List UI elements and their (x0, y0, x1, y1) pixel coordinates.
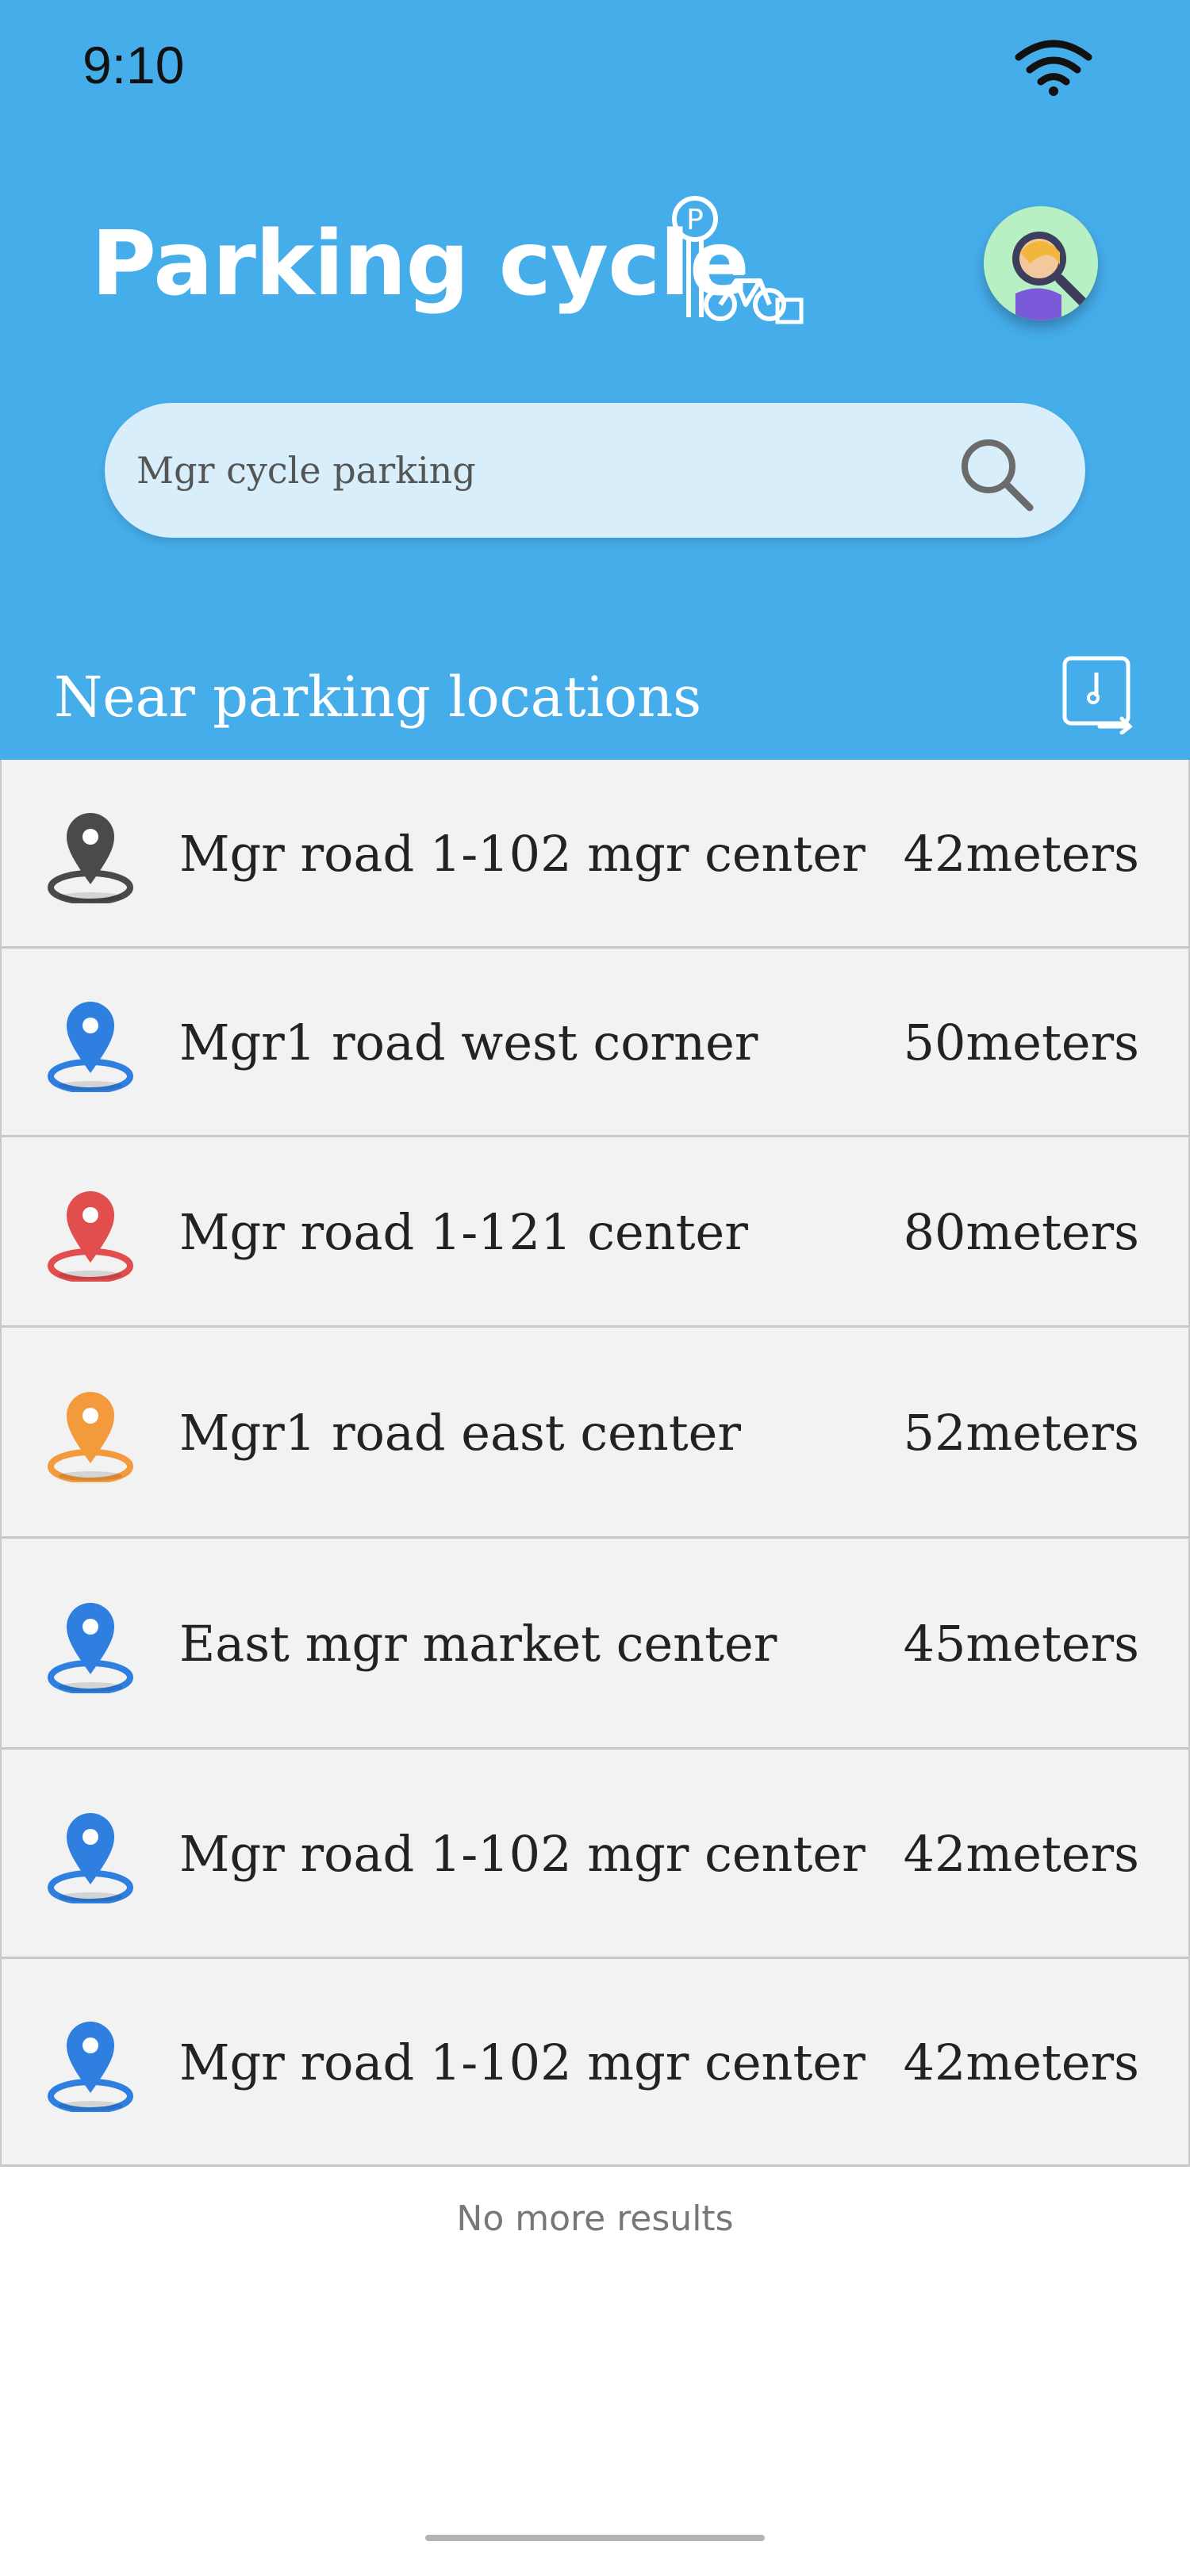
search-input[interactable] (136, 403, 930, 538)
location-distance: 42meters (903, 825, 1139, 883)
location-row[interactable]: East mgr market center 45meters (0, 1539, 1190, 1750)
sort-icon[interactable] (1060, 655, 1136, 734)
location-distance: 80meters (903, 1203, 1139, 1261)
location-row[interactable]: Mgr1 road east center 52meters (0, 1328, 1190, 1539)
location-name: Mgr1 road east center (179, 1404, 741, 1462)
user-avatar[interactable] (984, 206, 1098, 320)
location-distance: 42meters (903, 2034, 1139, 2091)
wifi-icon (1015, 40, 1092, 96)
location-pin-icon (48, 1191, 133, 1282)
svg-text:P: P (686, 204, 704, 236)
location-pin-icon (48, 1603, 133, 1693)
header: 9:10 Parking cycle P Near p (0, 0, 1190, 760)
parking-bicycle-icon: P (672, 196, 804, 324)
search-bar[interactable] (105, 403, 1085, 538)
status-time: 9:10 (83, 36, 185, 94)
location-name: Mgr1 road west corner (179, 1014, 758, 1071)
location-distance: 52meters (903, 1404, 1139, 1462)
app-title: Parking cycle (91, 213, 750, 316)
location-row[interactable]: Mgr road 1-102 mgr center 42meters (0, 760, 1190, 949)
section-title: Near parking locations (54, 665, 702, 730)
location-name: Mgr road 1-102 mgr center (179, 825, 866, 883)
location-row[interactable]: Mgr road 1-102 mgr center 42meters (0, 1750, 1190, 1959)
location-distance: 45meters (903, 1615, 1139, 1673)
search-icon[interactable] (955, 433, 1038, 516)
location-name: Mgr road 1-102 mgr center (179, 1825, 866, 1883)
no-more-results: No more results (456, 2198, 734, 2239)
home-indicator[interactable] (425, 2535, 765, 2541)
location-distance: 50meters (903, 1014, 1139, 1071)
location-pin-icon (48, 1392, 133, 1482)
location-distance: 42meters (903, 1825, 1139, 1883)
location-row[interactable]: Mgr road 1-121 center 80meters (0, 1137, 1190, 1328)
location-name: East mgr market center (179, 1615, 777, 1673)
user-avatar-icon (984, 206, 1098, 320)
location-pin-icon (48, 813, 133, 903)
location-name: Mgr road 1-102 mgr center (179, 2034, 866, 2091)
location-row[interactable]: Mgr road 1-102 mgr center 42meters (0, 1959, 1190, 2167)
location-pin-icon (48, 1002, 133, 1092)
location-name: Mgr road 1-121 center (179, 1203, 748, 1261)
location-pin-icon (48, 1813, 133, 1903)
location-pin-icon (48, 2022, 133, 2112)
location-row[interactable]: Mgr1 road west corner 50meters (0, 949, 1190, 1137)
